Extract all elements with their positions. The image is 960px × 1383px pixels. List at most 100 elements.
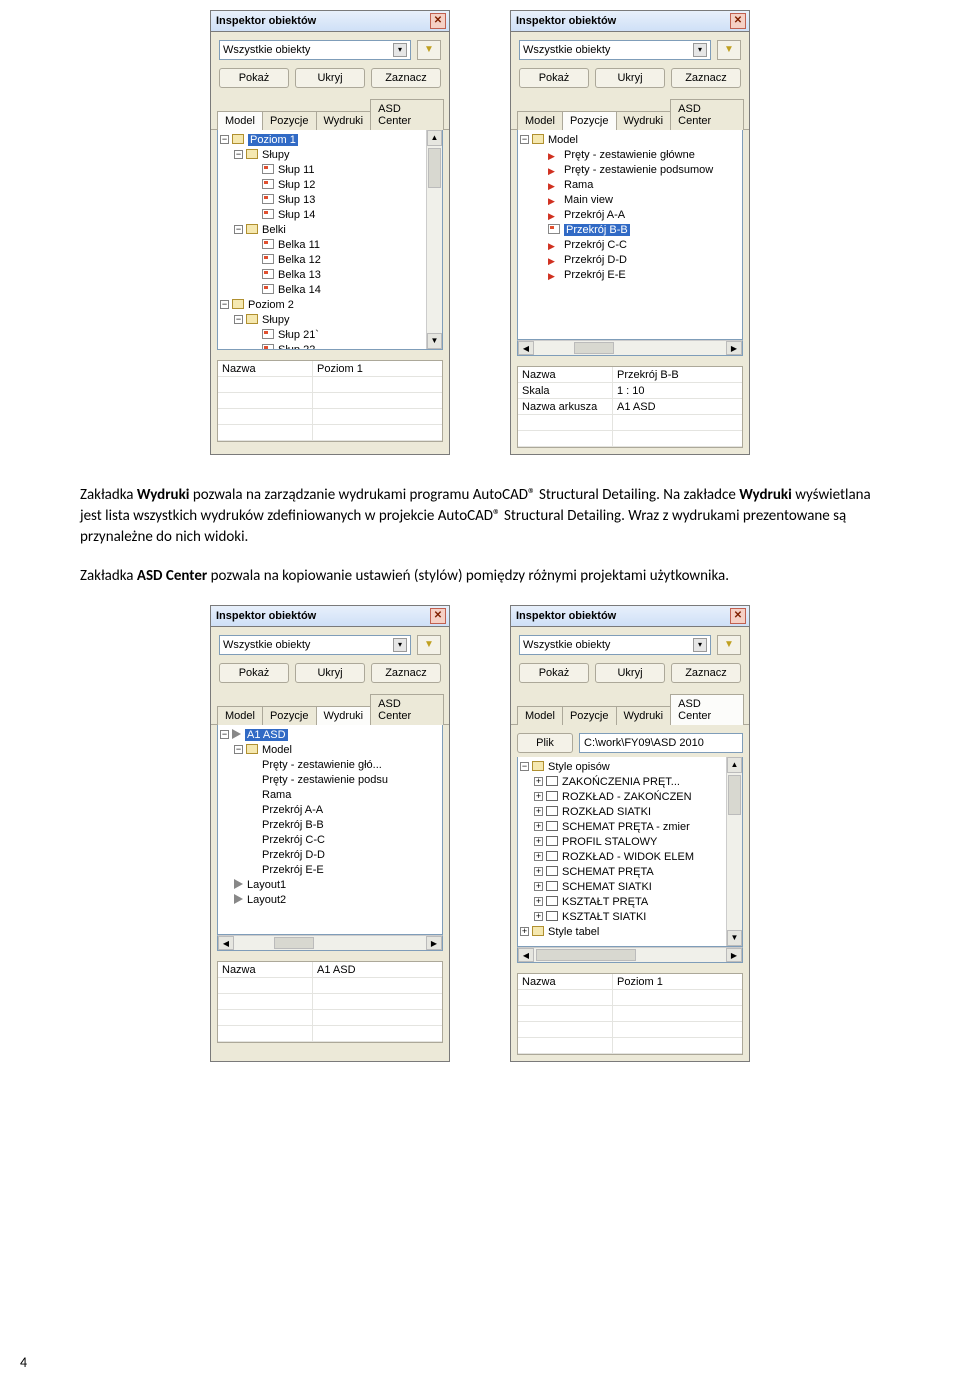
tree-node[interactable]: Przekrój B-B bbox=[220, 818, 440, 833]
tree-node[interactable]: −Poziom 2 bbox=[220, 298, 440, 313]
property-row[interactable] bbox=[518, 1022, 742, 1038]
filter-combo[interactable]: Wszystkie obiekty ▾ bbox=[519, 635, 711, 655]
tree-node[interactable]: +SCHEMAT SIATKI bbox=[520, 880, 740, 895]
tree-node[interactable]: Przekrój C-C bbox=[220, 833, 440, 848]
scroll-right-icon[interactable]: ▶ bbox=[726, 948, 742, 962]
hide-button[interactable]: Ukryj bbox=[595, 663, 665, 683]
property-row[interactable] bbox=[218, 1026, 442, 1042]
path-field[interactable]: C:\work\FY09\ASD 2010 bbox=[579, 733, 743, 753]
scroll-up-icon[interactable]: ▲ bbox=[727, 757, 742, 773]
expand-toggle-icon[interactable]: − bbox=[520, 762, 529, 771]
chevron-down-icon[interactable]: ▾ bbox=[393, 43, 407, 57]
property-row[interactable]: Skala1 : 10 bbox=[518, 383, 742, 399]
tree-node[interactable]: +SCHEMAT PRĘTA - zmier bbox=[520, 820, 740, 835]
tab-wydruki[interactable]: Wydruki bbox=[616, 111, 672, 130]
expand-toggle-icon[interactable]: + bbox=[534, 852, 543, 861]
tree-node[interactable]: Słup 22 bbox=[220, 343, 440, 349]
tree-node[interactable]: Belka 14 bbox=[220, 283, 440, 298]
scroll-down-icon[interactable]: ▼ bbox=[427, 333, 442, 349]
property-row[interactable]: NazwaA1 ASD bbox=[218, 962, 442, 978]
property-row[interactable] bbox=[218, 393, 442, 409]
expand-toggle-icon[interactable]: − bbox=[234, 225, 243, 234]
tree-node[interactable]: Przekrój E-E bbox=[520, 268, 740, 283]
hide-button[interactable]: Ukryj bbox=[295, 68, 365, 88]
expand-toggle-icon[interactable]: − bbox=[234, 745, 243, 754]
tab-asd[interactable]: ASD Center bbox=[670, 694, 744, 725]
expand-toggle-icon[interactable]: + bbox=[534, 792, 543, 801]
tree-node[interactable]: Przekrój D-D bbox=[220, 848, 440, 863]
select-button[interactable]: Zaznacz bbox=[671, 663, 741, 683]
select-button[interactable]: Zaznacz bbox=[671, 68, 741, 88]
tab-pozycje[interactable]: Pozycje bbox=[262, 706, 317, 725]
hide-button[interactable]: Ukryj bbox=[595, 68, 665, 88]
select-button[interactable]: Zaznacz bbox=[371, 663, 441, 683]
tree-node[interactable]: Przekrój E-E bbox=[220, 863, 440, 878]
expand-toggle-icon[interactable]: + bbox=[534, 822, 543, 831]
tab-pozycje[interactable]: Pozycje bbox=[262, 111, 317, 130]
tree-node[interactable]: Słup 13 bbox=[220, 193, 440, 208]
tree-node[interactable]: Przekrój D-D bbox=[520, 253, 740, 268]
property-row[interactable] bbox=[518, 1006, 742, 1022]
tree-node[interactable]: Słup 14 bbox=[220, 208, 440, 223]
expand-toggle-icon[interactable]: + bbox=[534, 897, 543, 906]
tab-asd[interactable]: ASD Center bbox=[370, 694, 444, 725]
scroll-right-icon[interactable]: ▶ bbox=[726, 341, 742, 355]
tree-view[interactable]: −Poziom 1−SłupySłup 11Słup 12Słup 13Słup… bbox=[217, 130, 443, 350]
expand-toggle-icon[interactable]: − bbox=[234, 150, 243, 159]
tab-pozycje[interactable]: Pozycje bbox=[562, 706, 617, 725]
properties-grid[interactable]: NazwaPrzekrój B-BSkala1 : 10Nazwa arkusz… bbox=[517, 366, 743, 448]
show-button[interactable]: Pokaż bbox=[219, 663, 289, 683]
scrollbar-horizontal[interactable]: ◀ ▶ bbox=[517, 340, 743, 356]
scroll-thumb[interactable] bbox=[428, 148, 441, 188]
property-row[interactable] bbox=[518, 990, 742, 1006]
hide-button[interactable]: Ukryj bbox=[295, 663, 365, 683]
property-row[interactable]: NazwaPoziom 1 bbox=[218, 361, 442, 377]
tab-model[interactable]: Model bbox=[217, 706, 263, 725]
tree-node[interactable]: Layout2 bbox=[220, 893, 440, 908]
expand-toggle-icon[interactable]: − bbox=[234, 315, 243, 324]
property-row[interactable] bbox=[518, 415, 742, 431]
close-icon[interactable]: ✕ bbox=[430, 13, 446, 29]
property-row[interactable] bbox=[218, 1010, 442, 1026]
property-row[interactable] bbox=[218, 425, 442, 441]
tree-node[interactable]: Belka 12 bbox=[220, 253, 440, 268]
tree-node[interactable]: +SCHEMAT PRĘTA bbox=[520, 865, 740, 880]
property-row[interactable] bbox=[218, 994, 442, 1010]
scrollbar-vertical[interactable]: ▲ ▼ bbox=[726, 757, 742, 946]
chevron-down-icon[interactable]: ▾ bbox=[693, 43, 707, 57]
close-icon[interactable]: ✕ bbox=[730, 608, 746, 624]
expand-toggle-icon[interactable]: + bbox=[534, 912, 543, 921]
scroll-thumb[interactable] bbox=[536, 949, 636, 961]
expand-toggle-icon[interactable]: + bbox=[534, 807, 543, 816]
expand-toggle-icon[interactable]: + bbox=[534, 882, 543, 891]
property-row[interactable]: Nazwa arkuszaA1 ASD bbox=[518, 399, 742, 415]
tree-node[interactable]: Rama bbox=[220, 788, 440, 803]
tree-node[interactable]: −Style opisów bbox=[520, 760, 740, 775]
show-button[interactable]: Pokaż bbox=[219, 68, 289, 88]
expand-toggle-icon[interactable]: − bbox=[520, 135, 529, 144]
tree-node[interactable]: +ROZKŁAD - ZAKOŃCZEN bbox=[520, 790, 740, 805]
tree-node[interactable]: Belka 11 bbox=[220, 238, 440, 253]
property-row[interactable] bbox=[518, 431, 742, 447]
show-button[interactable]: Pokaż bbox=[519, 663, 589, 683]
tree-node[interactable]: −Słupy bbox=[220, 313, 440, 328]
tab-wydruki[interactable]: Wydruki bbox=[316, 706, 372, 725]
tree-node[interactable]: −Słupy bbox=[220, 148, 440, 163]
tree-view[interactable]: −Style opisów+ZAKOŃCZENIA PRĘT...+ROZKŁA… bbox=[517, 757, 743, 947]
property-row[interactable] bbox=[218, 377, 442, 393]
tree-node[interactable]: Przekrój C-C bbox=[520, 238, 740, 253]
scroll-right-icon[interactable]: ▶ bbox=[426, 936, 442, 950]
tree-node[interactable]: Pręty - zestawienie podsumow bbox=[520, 163, 740, 178]
scroll-thumb[interactable] bbox=[274, 937, 314, 949]
tree-node[interactable]: Main view bbox=[520, 193, 740, 208]
tree-node[interactable]: Przekrój B-B bbox=[520, 223, 740, 238]
property-row[interactable]: NazwaPrzekrój B-B bbox=[518, 367, 742, 383]
filter-combo[interactable]: Wszystkie obiekty ▾ bbox=[219, 40, 411, 60]
chevron-down-icon[interactable]: ▾ bbox=[693, 638, 707, 652]
tree-node[interactable]: −Model bbox=[220, 743, 440, 758]
scrollbar-horizontal[interactable]: ◀ ▶ bbox=[217, 935, 443, 951]
scroll-up-icon[interactable]: ▲ bbox=[427, 130, 442, 146]
scroll-left-icon[interactable]: ◀ bbox=[518, 948, 534, 962]
close-icon[interactable]: ✕ bbox=[430, 608, 446, 624]
properties-grid[interactable]: NazwaPoziom 1 bbox=[217, 360, 443, 442]
